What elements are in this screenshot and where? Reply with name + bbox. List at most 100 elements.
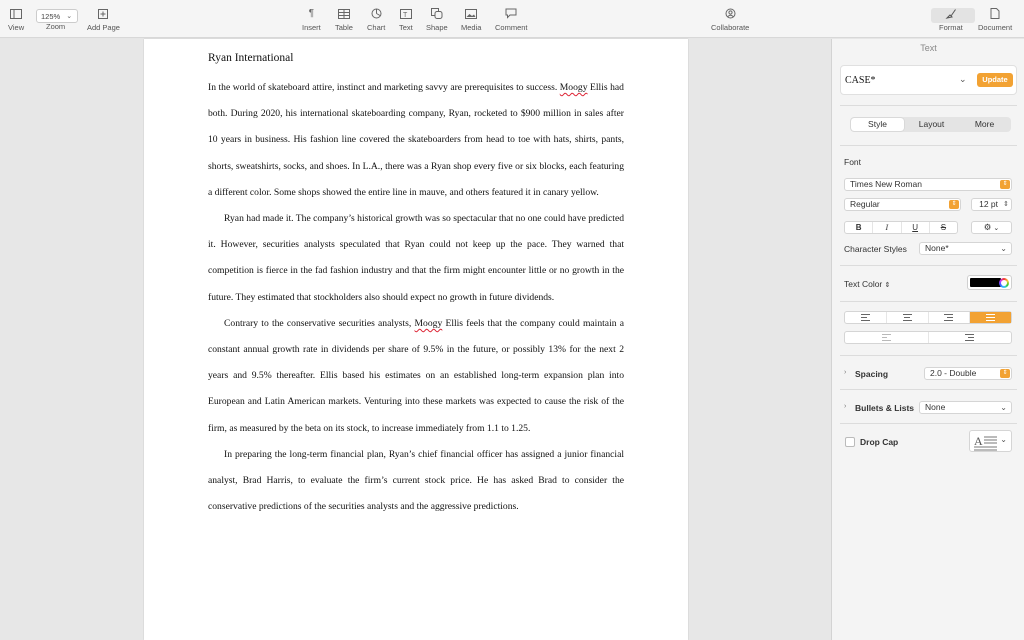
increase-indent-button[interactable] [929,332,1012,343]
updown-icon: ⇕ [1000,369,1010,378]
comment-button[interactable]: Comment [495,6,528,32]
bullets-lists-value: None [925,402,946,412]
collaborate-icon [724,6,737,21]
text-color-label-text: Text Color [844,279,883,289]
photo-icon [465,6,478,21]
drop-cap-checkbox[interactable] [845,437,855,447]
bullets-lists-select[interactable]: None ⌄ [919,401,1012,414]
align-right-button[interactable] [929,312,971,323]
paintbrush-icon [945,6,957,21]
align-justify-icon [986,314,996,321]
media-button[interactable]: Media [461,6,481,32]
font-weight-select[interactable]: Regular ⇕ [844,198,961,211]
document-icon [990,6,1000,21]
spacing-select[interactable]: 2.0 - Double ⇕ [924,367,1012,380]
indent-buttons [844,331,1012,344]
chart-label: Chart [367,23,386,32]
divider [840,355,1017,356]
tab-more[interactable]: More [958,117,1011,132]
character-styles-select[interactable]: None* ⌄ [919,242,1012,255]
paragraph-style-selector[interactable]: CASE* ⌄ Update [840,65,1017,95]
collaborate-button[interactable]: Collaborate [711,6,749,32]
disclosure-icon[interactable]: › [844,403,846,410]
paragraph-4[interactable]: In preparing the long-term financial pla… [208,442,624,521]
comment-icon [505,6,517,21]
document-title[interactable]: Ryan International [208,51,624,75]
paragraph-2[interactable]: Ryan had made it. The company’s historic… [208,206,624,311]
paragraph-3-rest: Ellis feels that the company could maint… [208,317,624,434]
svg-text:T: T [403,12,408,19]
tab-layout[interactable]: Layout [905,117,958,132]
format-button[interactable]: Format [939,6,963,32]
chevron-down-icon: ⌄ [959,74,967,84]
update-style-button[interactable]: Update [977,73,1013,87]
sidebar-tabs: Style Layout More [850,117,1011,132]
text-color-well[interactable] [967,275,1012,290]
chart-icon [371,6,382,21]
spacing-label[interactable]: Spacing [855,369,888,379]
align-left-icon [860,314,870,321]
chevron-down-icon: ⌄ [66,13,73,20]
bold-button[interactable]: B [845,222,874,233]
divider [840,389,1017,390]
paragraph-style-name: CASE* [845,75,876,86]
color-wheel-icon[interactable] [999,278,1009,288]
zoom-select[interactable]: 125% ⌄ [36,9,78,23]
shape-icon [430,6,443,21]
table-button[interactable]: Table [335,6,353,32]
chart-button[interactable]: Chart [367,6,385,32]
color-swatch [970,278,1001,287]
align-left-button[interactable] [845,312,887,323]
table-label: Table [335,23,353,32]
font-size-stepper[interactable]: 12 pt ⇕ [971,198,1012,211]
shape-button[interactable]: Shape [426,6,448,32]
misspelled-word[interactable]: Moogy [415,318,443,329]
document-page[interactable]: Ryan International In the world of skate… [144,39,688,640]
add-page-icon [98,6,109,21]
disclosure-icon[interactable]: › [844,369,846,376]
paragraph-3-start: Contrary to the conservative securities … [224,317,415,329]
character-styles-value: None* [925,243,949,253]
updown-icon: ⇕ [949,200,959,209]
shape-label: Shape [426,23,448,32]
document-body[interactable]: Ryan International In the world of skate… [208,51,624,520]
paragraph-1-rest: Ellis had both. During 2020, his interna… [208,82,624,198]
drop-cap-icon: A [974,434,997,451]
tab-style[interactable]: Style [851,118,904,131]
text-options-button[interactable]: ⚙ ⌄ [971,221,1012,234]
drop-cap-style-button[interactable]: A ⌄ [969,430,1012,452]
add-page-button[interactable]: Add Page [87,6,120,32]
italic-button[interactable]: I [873,222,902,233]
font-family-select[interactable]: Times New Roman ⇕ [844,178,1012,191]
misspelled-word[interactable]: Moogy [560,82,588,93]
decrease-indent-button[interactable] [845,332,929,343]
text-color-label[interactable]: Text Color ⇕ [844,279,891,289]
spacing-value: 2.0 - Double [930,368,977,378]
align-justify-button[interactable] [970,312,1011,323]
view-label: View [8,23,25,32]
document-button[interactable]: Document [978,6,1012,32]
pilcrow-icon: ¶ [308,8,315,19]
text-button[interactable]: T Text [399,6,413,32]
toolbar: View 125% ⌄ Zoom Add Page ¶ Insert Table… [0,0,1024,38]
align-center-icon [902,314,912,321]
drop-cap-label[interactable]: Drop Cap [860,437,898,447]
zoom-button[interactable]: Zoom [46,22,65,31]
divider [840,265,1017,266]
strikethrough-button[interactable]: S [930,222,957,233]
insert-button[interactable]: ¶ Insert [302,6,321,32]
divider [840,301,1017,302]
updown-icon: ⇕ [884,282,891,289]
bullets-lists-label[interactable]: Bullets & Lists [855,403,914,413]
add-page-label: Add Page [87,23,120,32]
indent-icon [965,334,975,341]
paragraph-1[interactable]: In the world of skateboard attire, insti… [208,75,624,206]
chevron-down-icon: ⌄ [1000,244,1007,253]
align-center-button[interactable] [887,312,929,323]
underline-button[interactable]: U [902,222,930,233]
paragraph-3[interactable]: Contrary to the conservative securities … [208,311,624,442]
sidebar-icon [10,6,23,21]
comment-label: Comment [495,23,528,32]
sidebar-title: Text [920,43,937,53]
view-button[interactable]: View [8,6,24,32]
